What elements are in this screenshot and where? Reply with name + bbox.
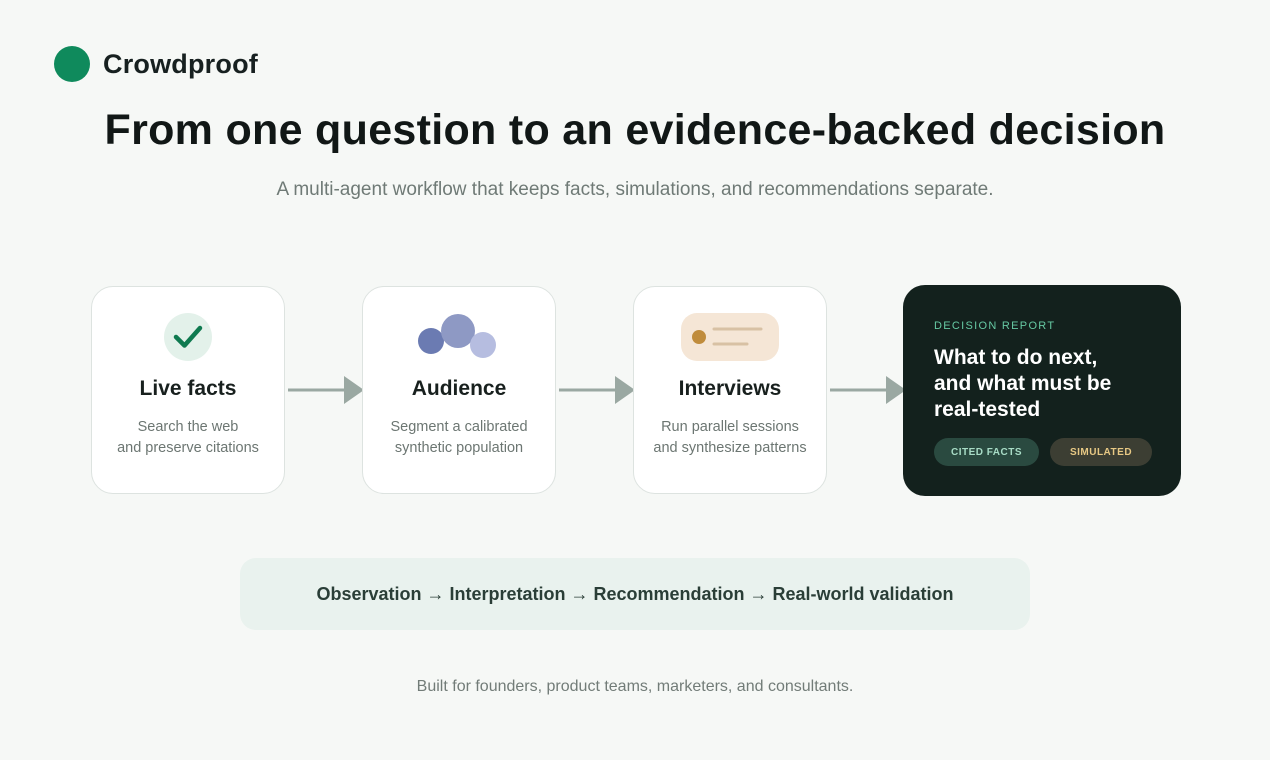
interview-chat-icon [681, 313, 779, 361]
reasoning-chain-banner: Observation → Interpretation → Recommend… [240, 558, 1030, 630]
step-description: Search the web and preserve citations [92, 417, 284, 459]
step-description-line: and preserve citations [117, 440, 259, 456]
step-description-line: and synthesize patterns [653, 440, 807, 456]
report-title-line: real-tested [934, 398, 1041, 421]
step-title: Audience [411, 377, 507, 400]
flow-arrow [288, 376, 364, 404]
step-description-line: Segment a calibrated [390, 419, 528, 435]
step-card-live-facts: Live facts Search the web and preserve c… [91, 286, 285, 494]
step-description-line: Run parallel sessions [661, 419, 799, 435]
step-title: Live facts [139, 377, 237, 400]
step-description-line: synthetic population [394, 440, 524, 456]
report-kicker: DECISION REPORT [934, 320, 1056, 332]
page-subtitle: A multi-agent workflow that keeps facts,… [276, 179, 994, 200]
step-description: Run parallel sessions and synthesize pat… [634, 417, 826, 459]
brand-name: Crowdproof [103, 48, 258, 79]
step-card-audience: Audience Segment a calibrated synthetic … [362, 286, 556, 494]
decision-report-card: DECISION REPORT What to do next, and wha… [903, 285, 1181, 496]
flow-arrow [559, 376, 635, 404]
step-description-line: Search the web [137, 419, 239, 435]
simulated-badge: SIMULATED [1050, 438, 1152, 466]
step-card-interviews: Interviews Run parallel sessions and syn… [633, 286, 827, 494]
check-icon [164, 313, 212, 361]
reasoning-chain-text: Observation → Interpretation → Recommend… [316, 583, 954, 604]
page-title: From one question to an evidence-backed … [104, 106, 1166, 154]
step-description: Segment a calibrated synthetic populatio… [363, 417, 555, 459]
report-title-line: What to do next, [934, 346, 1098, 369]
brand: Crowdproof [54, 46, 258, 82]
step-title: Interviews [678, 377, 782, 400]
brand-logo-dot [54, 46, 90, 82]
flow-arrow [830, 376, 906, 404]
audience-footer: Built for founders, product teams, marke… [416, 678, 854, 695]
report-title-line: and what must be [934, 372, 1112, 395]
audience-bubbles-icon [418, 314, 496, 358]
cited-facts-badge: CITED FACTS [934, 438, 1039, 466]
report-title: What to do next, and what must be real-t… [934, 345, 1164, 423]
